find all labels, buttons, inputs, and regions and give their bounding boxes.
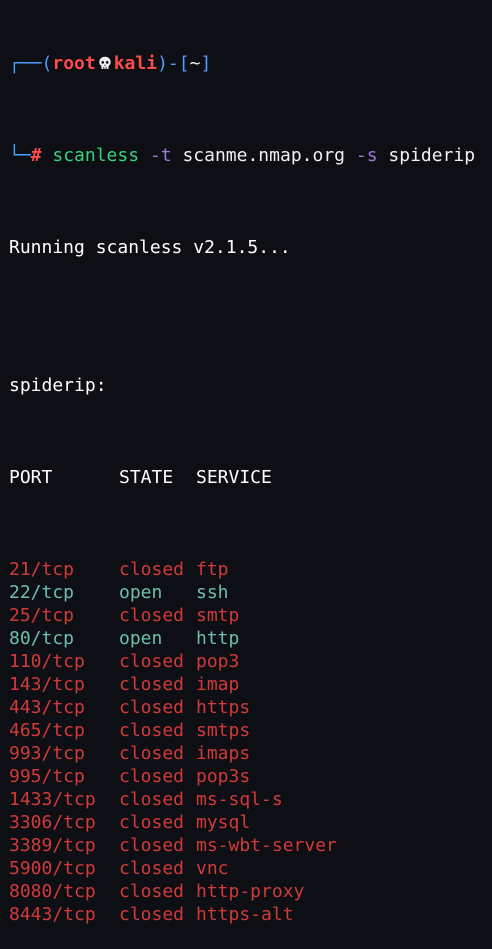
service-value: imaps	[196, 743, 251, 764]
port-value: 3389/tcp	[9, 835, 96, 856]
command-target: scanme.nmap.org	[182, 145, 346, 166]
port-value: 5900/tcp	[9, 858, 96, 879]
port-value: 8443/tcp	[9, 904, 96, 925]
prompt-host-separator: )-[	[157, 53, 190, 74]
port-value: 8080/tcp	[9, 881, 96, 902]
prompt-frame-bottom-left: └─	[9, 145, 31, 166]
service-value: smtp	[196, 605, 240, 626]
port-value: 80/tcp	[9, 628, 75, 649]
table-row: 22/tcp open ssh	[9, 581, 492, 604]
command-flag-t: -t	[149, 145, 172, 166]
port-value: 25/tcp	[9, 605, 75, 626]
port-table-rows: 21/tcp closed ftp 22/tcp open ssh 25/tcp closed…	[9, 558, 492, 926]
header-port: PORT	[9, 467, 53, 488]
table-header: PORT STATE SERVICE	[9, 466, 492, 489]
state-value: closed	[119, 743, 185, 764]
table-row: 8080/tcp closed http-proxy	[9, 880, 492, 903]
port-value: 993/tcp	[9, 743, 85, 764]
service-value: ssh	[196, 582, 229, 603]
prompt-frame-top-left: ┌──(	[9, 53, 53, 74]
table-row: 80/tcp open http	[9, 627, 492, 650]
running-status: Running scanless v2.1.5...	[9, 237, 291, 258]
state-value: closed	[119, 904, 185, 925]
state-value: closed	[119, 881, 185, 902]
state-value: closed	[119, 605, 185, 626]
service-value: pop3	[196, 651, 240, 672]
port-value: 110/tcp	[9, 651, 85, 672]
table-row: 3389/tcp closed ms-wbt-server	[9, 834, 492, 857]
table-row: 3306/tcp closed mysql	[9, 811, 492, 834]
state-value: closed	[119, 812, 185, 833]
state-value: closed	[119, 651, 185, 672]
table-row: 21/tcp closed ftp	[9, 558, 492, 581]
state-value: closed	[119, 720, 185, 741]
table-row: 995/tcp closed pop3s	[9, 765, 492, 788]
state-value: closed	[119, 835, 185, 856]
port-value: 143/tcp	[9, 674, 85, 695]
port-value: 22/tcp	[9, 582, 75, 603]
port-value: 3306/tcp	[9, 812, 96, 833]
service-value: pop3s	[196, 766, 251, 787]
table-row: 465/tcp closed smtps	[9, 719, 492, 742]
prompt-cwd: ~	[189, 53, 201, 74]
port-value: 443/tcp	[9, 697, 85, 718]
command-program: scanless	[52, 145, 140, 166]
prompt-user: root	[52, 53, 96, 74]
port-value: 1433/tcp	[9, 789, 96, 810]
table-row: 1433/tcp closed ms-sql-s	[9, 788, 492, 811]
service-value: ms-sql-s	[196, 789, 283, 810]
header-state: STATE	[119, 467, 174, 488]
port-value: 21/tcp	[9, 559, 75, 580]
service-value: imap	[196, 674, 240, 695]
service-value: ms-wbt-server	[196, 835, 337, 856]
service-value: http	[196, 628, 240, 649]
state-value: closed	[119, 789, 185, 810]
port-value: 995/tcp	[9, 766, 85, 787]
service-value: vnc	[196, 858, 229, 879]
command-flag-s: -s	[355, 145, 378, 166]
state-value: open	[119, 582, 163, 603]
service-value: http-proxy	[196, 881, 305, 902]
prompt-host: kali	[113, 53, 158, 74]
port-value: 465/tcp	[9, 720, 85, 741]
skull-icon	[99, 56, 111, 69]
table-row: 110/tcp closed pop3	[9, 650, 492, 673]
state-value: open	[119, 628, 163, 649]
table-row: 443/tcp closed https	[9, 696, 492, 719]
prompt-symbol: #	[30, 145, 42, 166]
service-value: https-alt	[196, 904, 294, 925]
table-row: 993/tcp closed imaps	[9, 742, 492, 765]
header-service: SERVICE	[196, 467, 272, 488]
state-value: closed	[119, 858, 185, 879]
table-row: 25/tcp closed smtp	[9, 604, 492, 627]
state-value: closed	[119, 766, 185, 787]
scanner-label: spiderip:	[9, 375, 107, 396]
service-value: ftp	[196, 559, 229, 580]
service-value: https	[196, 697, 251, 718]
prompt-top-line: ┌──(root kali)-[~]	[9, 52, 492, 75]
state-value: closed	[119, 559, 185, 580]
state-value: closed	[119, 674, 185, 695]
prompt-end-bracket: ]	[200, 53, 212, 74]
state-value: closed	[119, 697, 185, 718]
table-row: 143/tcp closed imap	[9, 673, 492, 696]
command-scanner: spiderip	[388, 145, 476, 166]
terminal-window[interactable]: ┌──(root kali)-[~] └─# scanless -t scanme…	[0, 0, 492, 925]
command-line[interactable]: └─# scanless -t scanme.nmap.org -s spide…	[9, 144, 492, 167]
table-row: 5900/tcp closed vnc	[9, 857, 492, 880]
service-value: mysql	[196, 812, 251, 833]
service-value: smtps	[196, 720, 251, 741]
table-row: 8443/tcp closed https-alt	[9, 903, 492, 926]
